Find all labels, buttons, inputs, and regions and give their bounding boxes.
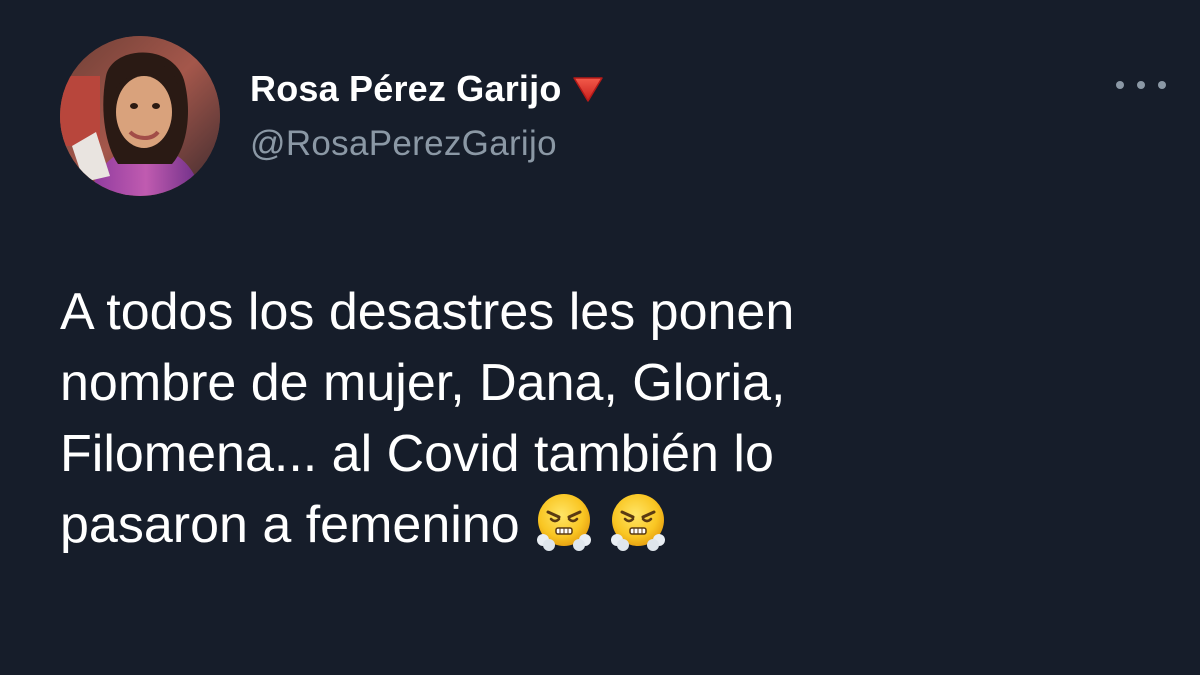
tweet-text-line: Filomena... al Covid también lo xyxy=(60,425,774,483)
tweet-text-last-line: pasaron a femenino xyxy=(60,490,1160,561)
tweet-text: A todos los desastres les ponen nombre d… xyxy=(60,277,1160,561)
more-dot xyxy=(1137,81,1145,89)
more-options-icon[interactable] xyxy=(1116,70,1166,100)
avatar[interactable] xyxy=(60,36,220,196)
tweet-text-line: pasaron a femenino xyxy=(60,496,520,554)
more-dot xyxy=(1116,81,1124,89)
tweet-text-line: A todos los desastres les ponen xyxy=(60,283,795,341)
display-name-row: Rosa Pérez Garijo xyxy=(250,64,604,114)
red-triangle-down-icon xyxy=(572,75,604,103)
user-handle[interactable]: @RosaPerezGarijo xyxy=(250,124,557,164)
more-dot xyxy=(1158,81,1166,89)
tweet-text-line: nombre de mujer, Dana, Gloria, xyxy=(60,354,786,412)
face-with-steam-from-nose-icon xyxy=(608,492,668,552)
display-name[interactable]: Rosa Pérez Garijo xyxy=(250,68,562,110)
tweet-card: Rosa Pérez Garijo @RosaPerezGarijo A tod… xyxy=(0,0,1200,675)
face-with-steam-from-nose-icon xyxy=(534,492,594,552)
